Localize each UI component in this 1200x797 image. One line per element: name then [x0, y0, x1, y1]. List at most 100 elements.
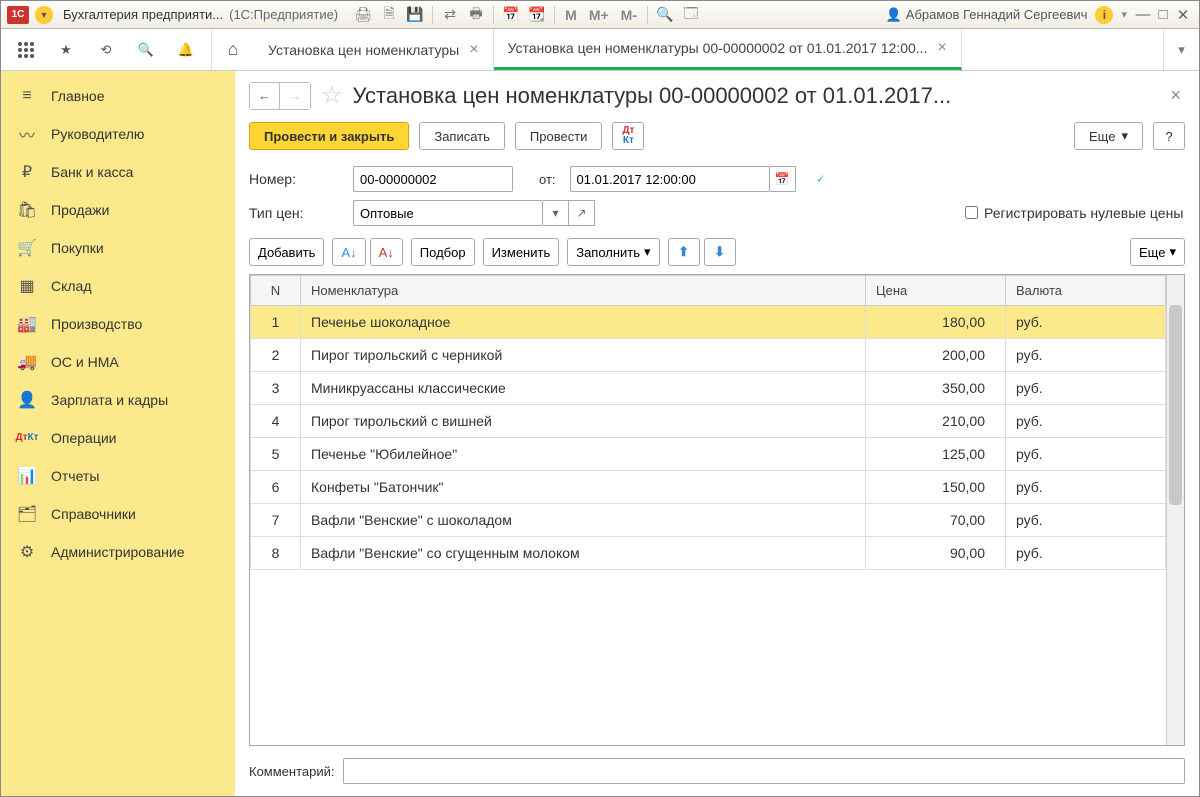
price-type-input[interactable]	[353, 200, 543, 226]
star-icon[interactable]: ★	[55, 39, 77, 61]
zoom-icon[interactable]: 🔍	[656, 6, 674, 24]
register-zero-checkbox[interactable]	[965, 206, 978, 219]
preview-icon[interactable]: 🗎	[380, 6, 398, 24]
scroll-thumb[interactable]	[1169, 305, 1182, 505]
select-button[interactable]: Подбор	[411, 238, 475, 266]
titlebar-dropdown-icon[interactable]: ▼	[35, 6, 53, 24]
table-row[interactable]: 2Пирог тирольский с черникой200,00руб.	[251, 339, 1166, 372]
sidebar-item-production[interactable]: 🏭Производство	[1, 305, 235, 343]
sort-asc-button[interactable]: А↓	[332, 238, 365, 266]
sidebar-item-warehouse[interactable]: ▦Склад	[1, 267, 235, 305]
user-label[interactable]: 👤 Абрамов Геннадий Сергеевич	[886, 7, 1088, 23]
sidebar-item-bank[interactable]: ₽Банк и касса	[1, 153, 235, 191]
dtkt-button[interactable]: ДтКт	[612, 122, 644, 150]
sidebar-item-admin[interactable]: ⚙Администрирование	[1, 533, 235, 571]
table-more-button[interactable]: Еще▾	[1130, 238, 1185, 266]
col-currency[interactable]: Валюта	[1006, 276, 1166, 306]
print2-icon[interactable]: 🖶	[467, 6, 485, 24]
sidebar-item-main[interactable]: ≡Главное	[1, 77, 235, 115]
sidebar-item-reports[interactable]: 📊Отчеты	[1, 457, 235, 495]
post-button[interactable]: Провести	[515, 122, 603, 150]
history-icon[interactable]: ⟲	[95, 39, 117, 61]
sidebar-item-references[interactable]: 🗂Справочники	[1, 495, 235, 533]
comment-label: Комментарий:	[249, 764, 335, 779]
cell-n: 1	[251, 306, 301, 339]
comment-input[interactable]	[343, 758, 1186, 784]
favorite-star-icon[interactable]: ☆	[321, 81, 343, 110]
table-row[interactable]: 7Вафли "Венские" с шоколадом70,00руб.	[251, 504, 1166, 537]
home-button[interactable]: ⌂	[212, 29, 254, 70]
ruble-icon: ₽	[17, 162, 37, 182]
date-input[interactable]	[570, 166, 770, 192]
cell-name: Миникруассаны классические	[301, 372, 866, 405]
tab-price-document[interactable]: Установка цен номенклатуры 00-00000002 о…	[494, 29, 962, 70]
info-icon[interactable]: i	[1095, 6, 1113, 24]
date-icon[interactable]: 📆	[528, 6, 546, 24]
print-icon[interactable]: 🖨	[354, 6, 372, 24]
sidebar-item-manager[interactable]: 〰Руководителю	[1, 115, 235, 153]
bell-icon[interactable]: 🔔	[175, 39, 197, 61]
cell-price: 150,00	[866, 471, 1006, 504]
col-price[interactable]: Цена	[866, 276, 1006, 306]
table-scrollbar[interactable]	[1166, 275, 1184, 745]
m-minus-button[interactable]: M-	[619, 7, 639, 23]
table-row[interactable]: 5Печенье "Юбилейное"125,00руб.	[251, 438, 1166, 471]
sidebar-item-purchases[interactable]: 🛒Покупки	[1, 229, 235, 267]
minimize-button[interactable]: —	[1133, 7, 1153, 23]
tab-close-icon[interactable]: ×	[469, 41, 478, 59]
chevron-down-icon: ▾	[644, 244, 651, 260]
close-button[interactable]: ✕	[1173, 7, 1193, 23]
dropdown-icon[interactable]: ▾	[543, 200, 569, 226]
info-dropdown-icon[interactable]: ▾	[1121, 8, 1127, 21]
tabs-dropdown-icon[interactable]: ▾	[1163, 29, 1199, 70]
forward-button[interactable]: →	[280, 83, 310, 109]
tabs: Установка цен номенклатуры × Установка ц…	[254, 29, 1163, 70]
price-type-label: Тип цен:	[249, 205, 345, 221]
calendar-icon[interactable]: 📅	[502, 6, 520, 24]
calendar-picker-icon[interactable]: 📅	[770, 166, 796, 192]
table-row[interactable]: 8Вафли "Венские" со сгущенным молоком90,…	[251, 537, 1166, 570]
m-button[interactable]: M	[563, 7, 579, 23]
app-logo-icon: 1С	[7, 6, 29, 24]
compare-icon[interactable]: ⇄	[441, 6, 459, 24]
table-header-row: N Номенклатура Цена Валюта	[251, 276, 1166, 306]
body: ≡Главное 〰Руководителю ₽Банк и касса 🛍Пр…	[1, 71, 1199, 796]
cell-n: 7	[251, 504, 301, 537]
search-icon[interactable]: 🔍	[135, 39, 157, 61]
navbar: ★ ⟲ 🔍 🔔 ⌂ Установка цен номенклатуры × У…	[1, 29, 1199, 71]
number-input[interactable]	[353, 166, 513, 192]
table-row[interactable]: 1Печенье шоколадное180,00руб.	[251, 306, 1166, 339]
change-button[interactable]: Изменить	[483, 238, 560, 266]
apps-icon[interactable]	[15, 39, 37, 61]
save-icon[interactable]: 💾	[406, 6, 424, 24]
col-nomenclature[interactable]: Номенклатура	[301, 276, 866, 306]
m-plus-button[interactable]: M+	[587, 7, 611, 23]
help-button[interactable]: ?	[1153, 122, 1185, 150]
document-close-icon[interactable]: ×	[1166, 85, 1185, 106]
sidebar-item-sales[interactable]: 🛍Продажи	[1, 191, 235, 229]
save-button[interactable]: Записать	[419, 122, 505, 150]
move-up-button[interactable]: ⬆	[668, 238, 700, 266]
separator	[493, 6, 494, 24]
sidebar-item-assets[interactable]: 🚚ОС и НМА	[1, 343, 235, 381]
more-button[interactable]: Еще▾	[1074, 122, 1143, 150]
tab-price-list[interactable]: Установка цен номенклатуры ×	[254, 29, 494, 70]
sidebar-item-salary[interactable]: 👤Зарплата и кадры	[1, 381, 235, 419]
open-ref-icon[interactable]: ↗	[569, 200, 595, 226]
sort-desc-button[interactable]: А↓	[370, 238, 403, 266]
move-down-button[interactable]: ⬇	[704, 238, 736, 266]
col-n[interactable]: N	[251, 276, 301, 306]
post-and-close-button[interactable]: Провести и закрыть	[249, 122, 409, 150]
table-row[interactable]: 4Пирог тирольский с вишней210,00руб.	[251, 405, 1166, 438]
maximize-button[interactable]: □	[1153, 7, 1173, 23]
back-button[interactable]: ←	[250, 83, 280, 109]
cell-currency: руб.	[1006, 405, 1166, 438]
table-row[interactable]: 3Миникруассаны классические350,00руб.	[251, 372, 1166, 405]
fill-button[interactable]: Заполнить▾	[567, 238, 659, 266]
table-row[interactable]: 6Конфеты "Батончик"150,00руб.	[251, 471, 1166, 504]
tab-close-icon[interactable]: ×	[937, 39, 946, 57]
sidebar-item-operations[interactable]: ДтКтОперации	[1, 419, 235, 457]
add-button[interactable]: Добавить	[249, 238, 324, 266]
cell-price: 350,00	[866, 372, 1006, 405]
browser-icon[interactable]: 🗔	[682, 6, 700, 24]
